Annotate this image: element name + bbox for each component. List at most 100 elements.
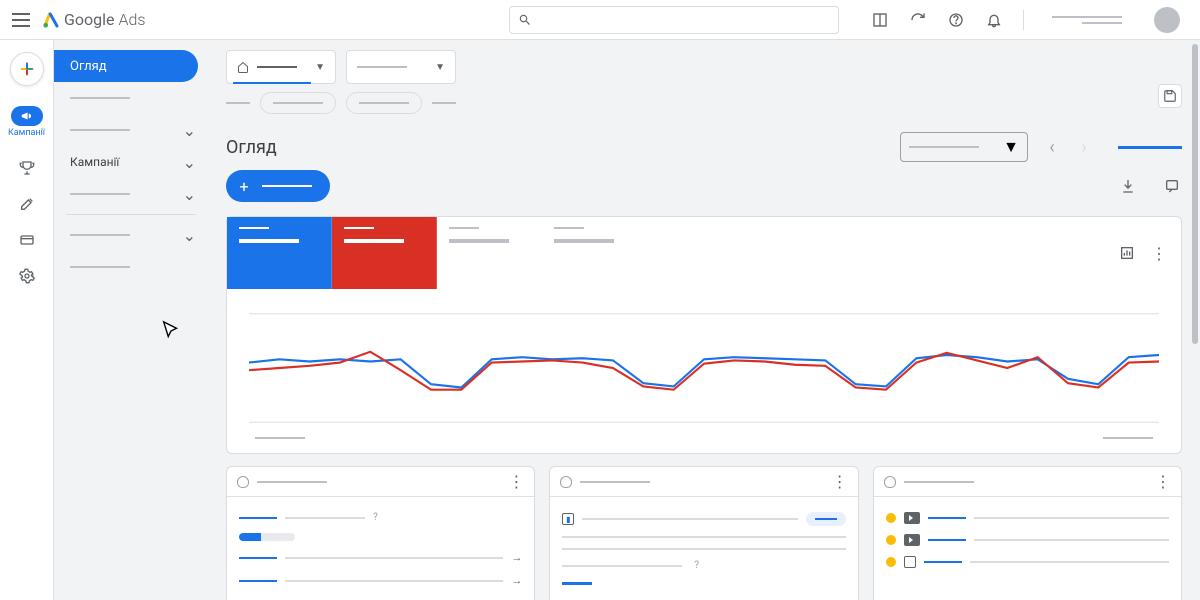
action-row: + <box>226 170 1182 202</box>
sidebar-item[interactable]: ⌄ <box>54 178 208 210</box>
header: Google Ads <box>0 0 1200 40</box>
sidebar-overview[interactable]: Огляд <box>54 50 198 82</box>
flame-icon <box>886 535 896 545</box>
brand-ads: Ads <box>118 10 145 29</box>
list-item[interactable] <box>886 507 1169 529</box>
rail-tools[interactable] <box>17 194 37 214</box>
divider <box>1023 10 1024 30</box>
accent <box>1118 146 1182 149</box>
bulb-icon <box>560 476 572 488</box>
status-badge <box>806 512 846 526</box>
list-item[interactable] <box>886 551 1169 573</box>
sidebar-item[interactable]: ⌄ <box>54 114 208 146</box>
chart-axis <box>227 433 1181 439</box>
help-icon[interactable]: ? <box>694 560 699 571</box>
rail-admin[interactable] <box>17 266 37 286</box>
video-icon <box>904 534 920 546</box>
more-icon[interactable]: ⋮ <box>1155 472 1171 491</box>
new-campaign-button[interactable]: + <box>226 170 330 202</box>
logo[interactable]: Google Ads <box>42 10 145 29</box>
filter-bar: ▼ ▼ <box>226 50 1182 84</box>
date-prev-button[interactable]: ‹ <box>1038 133 1066 161</box>
rail-goals[interactable] <box>17 158 37 178</box>
stat-tile[interactable] <box>227 217 332 289</box>
sidebar-item[interactable] <box>54 251 208 283</box>
home-icon <box>237 61 249 73</box>
caret-down-icon: ▼ <box>1003 137 1019 157</box>
list-item[interactable] <box>886 529 1169 551</box>
brand-google: Google <box>64 10 115 29</box>
rail-campaigns[interactable]: Кампанії <box>4 102 49 142</box>
more-icon[interactable]: ⋮ <box>832 472 848 491</box>
search-icon <box>518 13 532 27</box>
assets-card: ⋮ <box>873 466 1182 600</box>
search-input[interactable] <box>509 6 839 34</box>
help-icon[interactable] <box>947 11 965 29</box>
sidebar-item[interactable] <box>54 82 208 114</box>
cards-row: ⋮ ? → → → ⋮ ▮ ? ⋮ <box>226 466 1182 600</box>
chip-label <box>226 102 250 104</box>
menu-icon[interactable] <box>12 13 30 27</box>
title-row: Огляд ▼ ‹ › <box>226 132 1182 162</box>
stat-tiles: ⋮ <box>227 217 1181 289</box>
stat-tile[interactable] <box>437 217 542 289</box>
chart-settings-icon[interactable] <box>1117 243 1137 263</box>
flame-icon <box>886 513 896 523</box>
chevron-down-icon: ⌄ <box>183 185 196 204</box>
performance-chart-card: ⋮ <box>226 216 1182 454</box>
rail-billing[interactable] <box>17 230 37 250</box>
page-title: Огляд <box>226 137 277 158</box>
reports-icon[interactable] <box>871 11 889 29</box>
save-view-button[interactable] <box>1158 84 1182 108</box>
ads-logo-icon <box>42 11 60 29</box>
create-button[interactable] <box>10 52 44 86</box>
line-chart <box>249 303 1159 433</box>
arrow-right-icon[interactable]: → <box>511 574 522 587</box>
filter-chip[interactable] <box>346 92 422 114</box>
account-name[interactable] <box>1044 16 1122 24</box>
recommendations-card: ⋮ ? → → → <box>226 466 535 600</box>
sidebar-overview-label: Огляд <box>70 59 107 74</box>
date-next-button[interactable]: › <box>1070 133 1098 161</box>
megaphone-icon <box>20 109 34 123</box>
stat-tile[interactable] <box>542 217 647 289</box>
rail-campaigns-label: Кампанії <box>8 128 45 138</box>
insight-card: ⋮ ▮ ? <box>549 466 858 600</box>
refresh-icon[interactable] <box>909 11 927 29</box>
scrollbar[interactable] <box>1192 44 1198 344</box>
chart-icon: ▮ <box>562 513 574 525</box>
chevron-down-icon: ⌄ <box>183 226 196 245</box>
chevron-down-icon: ⌄ <box>183 121 196 140</box>
sidebar-item[interactable]: ⌄ <box>54 219 208 251</box>
feedback-icon[interactable] <box>1162 176 1182 196</box>
bulb-icon <box>237 476 249 488</box>
more-icon[interactable]: ⋮ <box>1149 243 1169 263</box>
filter-chip[interactable] <box>260 92 336 114</box>
account-dropdown[interactable]: ▼ <box>226 50 336 84</box>
image-icon <box>904 556 916 568</box>
arrow-right-icon[interactable]: → <box>511 551 522 564</box>
stat-tile[interactable] <box>332 217 437 289</box>
caret-down-icon: ▼ <box>315 62 325 73</box>
sidebar-campaigns[interactable]: Кампанії ⌄ <box>54 146 208 178</box>
bulb-icon <box>884 476 896 488</box>
chip-row <box>226 92 1182 114</box>
plus-icon: + <box>234 176 254 196</box>
chip-label <box>432 102 456 104</box>
notifications-icon[interactable] <box>985 11 1003 29</box>
video-icon <box>904 512 920 524</box>
download-icon[interactable] <box>1118 176 1138 196</box>
flame-icon <box>886 557 896 567</box>
campaign-dropdown[interactable]: ▼ <box>346 50 456 84</box>
sidebar: Огляд ⌄ Кампанії ⌄ ⌄ ⌄ <box>54 40 208 600</box>
header-actions <box>863 7 1188 33</box>
more-icon[interactable]: ⋮ <box>508 472 524 491</box>
caret-down-icon: ▼ <box>435 62 445 73</box>
help-icon[interactable]: ? <box>373 512 378 523</box>
nav-rail: Кампанії <box>0 40 54 600</box>
sidebar-campaigns-label: Кампанії <box>70 155 119 169</box>
date-range-dropdown[interactable]: ▼ <box>900 132 1028 162</box>
avatar[interactable] <box>1154 7 1180 33</box>
main-content: ▼ ▼ Огляд ▼ ‹ › + <box>208 40 1200 600</box>
chevron-down-icon: ⌄ <box>183 153 196 172</box>
